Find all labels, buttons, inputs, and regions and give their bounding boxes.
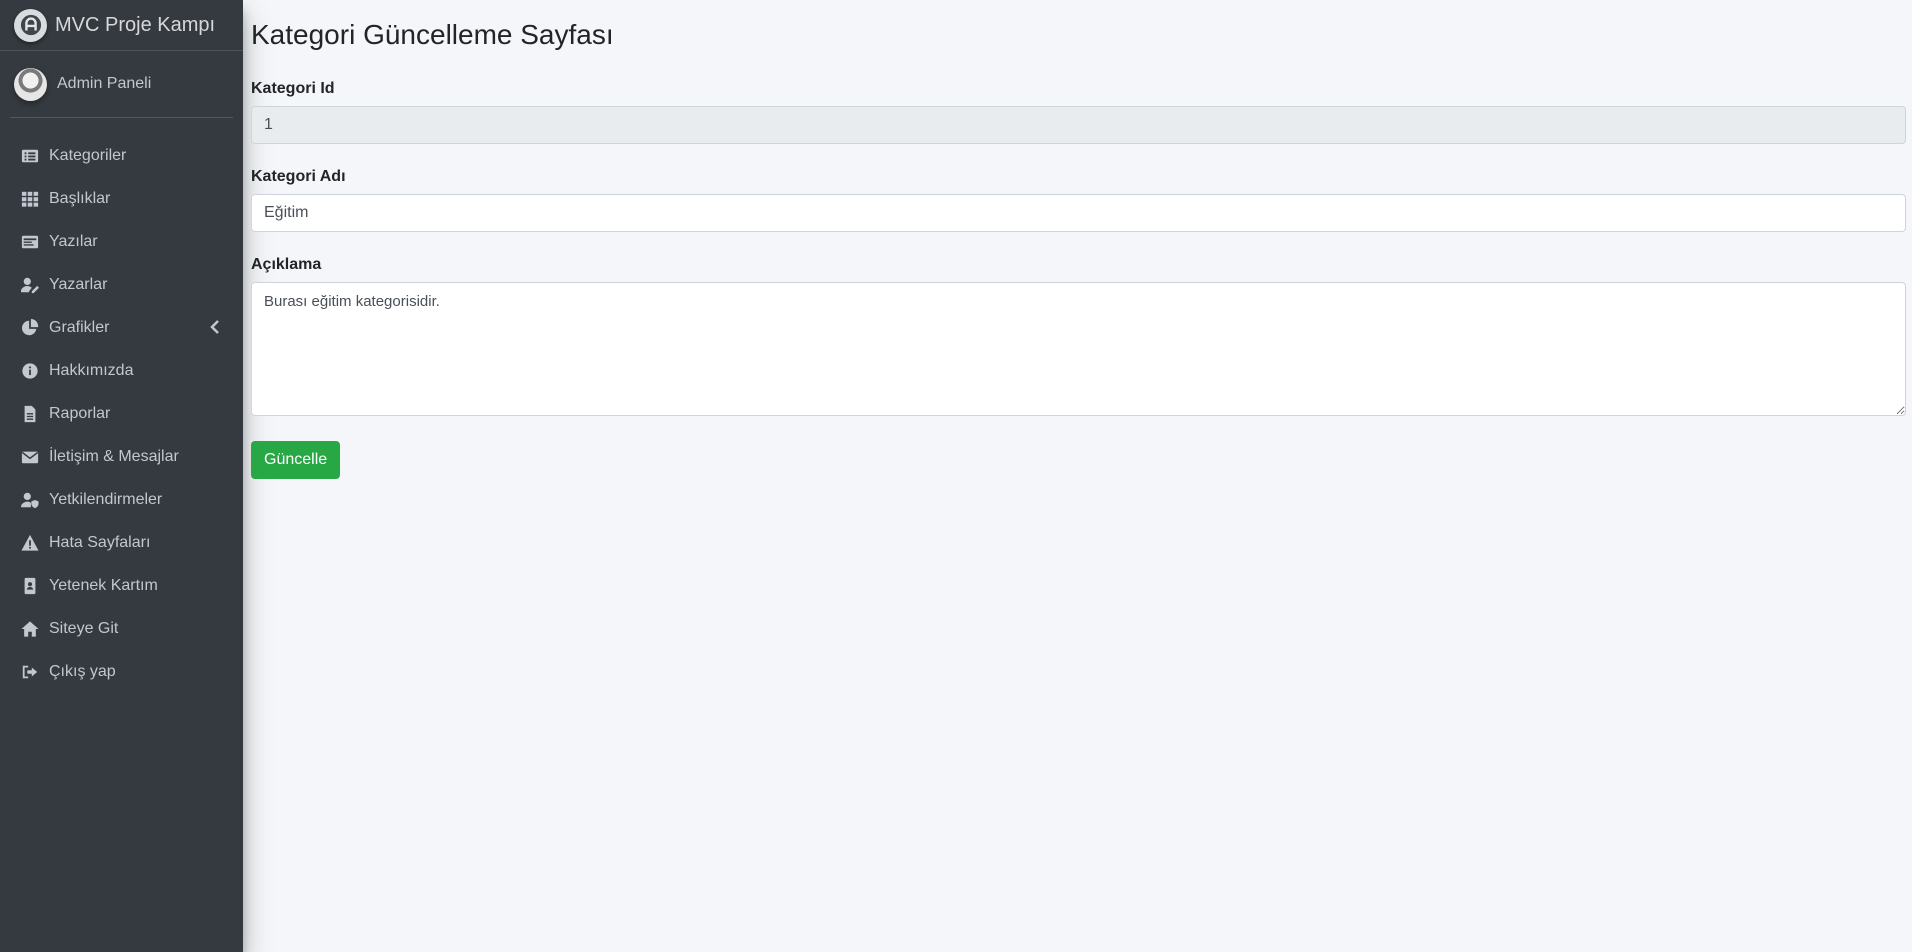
- sidebar-item-label: Kategoriler: [49, 146, 127, 164]
- category-id-label: Kategori Id: [251, 80, 335, 97]
- sidebar-item-yetkilendirmeler[interactable]: Yetkilendirmeler: [8, 478, 235, 521]
- description-textarea[interactable]: Burası eğitim kategorisidir.: [251, 282, 1906, 416]
- sidebar-item-grafikler[interactable]: Grafikler: [8, 306, 235, 349]
- pie-chart-icon: [20, 318, 40, 338]
- sidebar-item-siteye-git[interactable]: Siteye Git: [8, 607, 235, 650]
- user-name[interactable]: Admin Paneli: [57, 75, 151, 93]
- sidebar-item-label: İletişim & Mesajlar: [49, 447, 179, 465]
- sidebar-item-label: Çıkış yap: [49, 662, 116, 680]
- sidebar-item-label: Yazarlar: [49, 275, 108, 293]
- adminlte-logo-icon: [14, 8, 47, 42]
- sidebar-item-yazilar[interactable]: Yazılar: [8, 220, 235, 263]
- sidebar-item-cikis-yap[interactable]: Çıkış yap: [8, 650, 235, 693]
- sidebar-item-hata-sayfalari[interactable]: Hata Sayfaları: [8, 521, 235, 564]
- envelope-icon: [20, 447, 40, 467]
- user-edit-icon: [20, 275, 40, 295]
- category-id-field[interactable]: 1: [251, 106, 1906, 144]
- category-name-field[interactable]: Eğitim: [251, 194, 1906, 232]
- category-name-label: Kategori Adı: [251, 168, 346, 185]
- sidebar-nav: Kategoriler Başlıklar Yazılar Yazarlar G…: [0, 134, 243, 693]
- sidebar-item-label: Yetenek Kartım: [49, 576, 158, 594]
- info-icon: [20, 361, 40, 381]
- sidebar-item-label: Hakkımızda: [49, 361, 134, 379]
- user-panel[interactable]: Admin Paneli: [10, 51, 233, 118]
- update-button[interactable]: Güncelle: [251, 441, 341, 479]
- sidebar-item-label: Grafikler: [49, 318, 110, 336]
- main-content: Kategori Güncelleme Sayfası Kategori Id …: [251, 0, 1906, 479]
- sidebar-item-kategoriler[interactable]: Kategoriler: [8, 134, 235, 177]
- home-icon: [20, 619, 40, 639]
- file-icon: [20, 404, 40, 424]
- sidebar-item-label: Hata Sayfaları: [49, 533, 151, 551]
- sidebar-item-yetenek-kartim[interactable]: Yetenek Kartım: [8, 564, 235, 607]
- description-label: Açıklama: [251, 256, 322, 273]
- brand-link[interactable]: MVC Proje Kampı: [0, 0, 243, 51]
- page-title: Kategori Güncelleme Sayfası: [251, 19, 614, 50]
- sidebar-item-yazarlar[interactable]: Yazarlar: [8, 263, 235, 306]
- sidebar-item-label: Başlıklar: [49, 189, 111, 207]
- category-update-form: Kategori Id 1 Kategori Adı Eğitim Açıkla…: [251, 80, 1906, 479]
- sidebar: MVC Proje Kampı Admin Paneli Kategoriler…: [0, 0, 243, 952]
- sidebar-item-label: Siteye Git: [49, 619, 119, 637]
- card-icon: [20, 232, 40, 252]
- sidebar-item-label: Yazılar: [49, 232, 98, 250]
- sign-out-icon: [20, 662, 40, 682]
- sidebar-item-label: Raporlar: [49, 404, 111, 422]
- chevron-left-icon[interactable]: [209, 320, 221, 334]
- warning-icon: [20, 533, 40, 553]
- brand-title: MVC Proje Kampı: [55, 13, 216, 36]
- list-icon: [20, 146, 40, 166]
- user-avatar: [14, 67, 47, 101]
- sidebar-item-label: Yetkilendirmeler: [49, 490, 163, 508]
- sidebar-item-hakkimizda[interactable]: Hakkımızda: [8, 349, 235, 392]
- user-shield-icon: [20, 490, 40, 510]
- sidebar-item-raporlar[interactable]: Raporlar: [8, 392, 235, 435]
- sidebar-item-basliklar[interactable]: Başlıklar: [8, 177, 235, 220]
- id-badge-icon: [20, 576, 40, 596]
- grid-icon: [20, 189, 40, 209]
- sidebar-item-iletisim[interactable]: İletişim & Mesajlar: [8, 435, 235, 478]
